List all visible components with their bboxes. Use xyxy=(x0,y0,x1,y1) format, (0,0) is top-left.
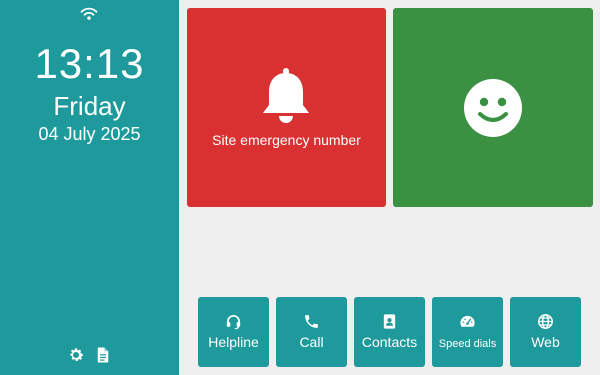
call-button-label: Call xyxy=(299,334,324,350)
document-icon[interactable] xyxy=(94,346,112,364)
wifi-icon xyxy=(80,7,98,20)
helpline-button[interactable]: Helpline xyxy=(198,297,269,367)
gauge-icon xyxy=(460,315,475,327)
sidebar-actions xyxy=(0,346,179,366)
call-button[interactable]: Call xyxy=(276,297,347,367)
web-button[interactable]: Web xyxy=(510,297,581,367)
smiley-face-icon xyxy=(464,79,522,137)
phone-icon xyxy=(305,315,318,328)
clock-time: 13:13 xyxy=(34,40,145,87)
contacts-button[interactable]: Contacts xyxy=(354,297,425,367)
helpline-button-label: Helpline xyxy=(208,334,259,350)
settings-icon[interactable] xyxy=(67,346,85,364)
address-book-icon xyxy=(383,314,396,329)
emergency-tile-label: Site emergency number xyxy=(212,132,361,148)
clock-date: 04 July 2025 xyxy=(38,124,141,144)
globe-icon xyxy=(538,314,553,329)
emergency-tile[interactable]: Site emergency number xyxy=(187,8,386,207)
headset-icon xyxy=(226,315,241,330)
wellbeing-tile[interactable] xyxy=(393,8,593,207)
contacts-button-label: Contacts xyxy=(361,334,418,350)
speed-dials-button-label: Speed dials xyxy=(438,338,497,350)
clock-day: Friday xyxy=(53,91,126,121)
bell-icon xyxy=(263,68,309,123)
sidebar: 13:13 Friday 04 July 2025 xyxy=(0,0,179,375)
web-button-label: Web xyxy=(531,334,560,350)
speed-dials-button[interactable]: Speed dials xyxy=(432,297,503,367)
